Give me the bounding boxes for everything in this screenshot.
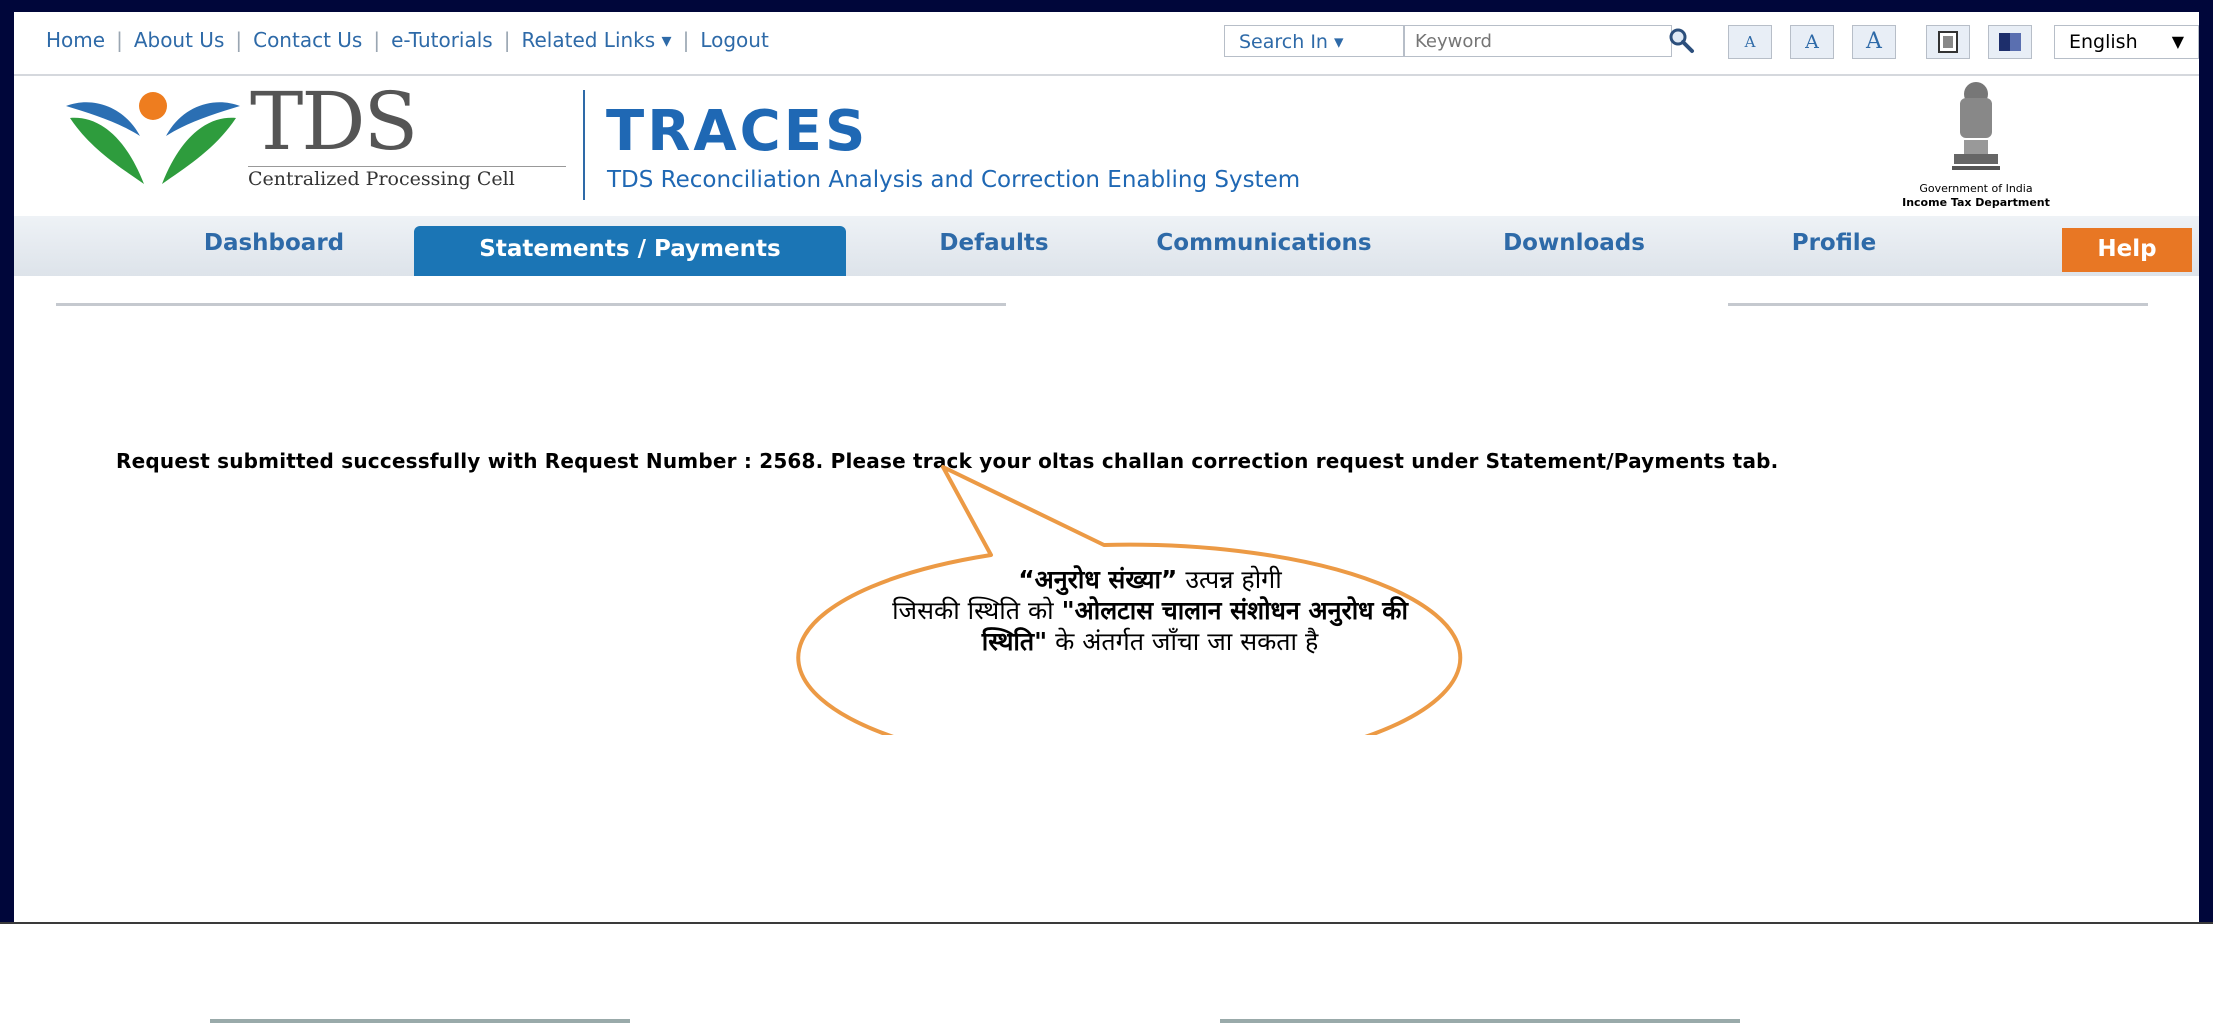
main-navigation: Dashboard Statements / Payments Defaults… [14, 216, 2199, 276]
traces-subtitle: TDS Reconciliation Analysis and Correcti… [607, 167, 1301, 193]
language-label: English [2069, 31, 2138, 53]
callout-text-3: के अंतर्गत जाँचा जा सकता है [1047, 627, 1319, 656]
tab-statements-payments[interactable]: Statements / Payments [414, 226, 846, 276]
home-link[interactable]: Home [46, 28, 105, 52]
tab-dashboard[interactable]: Dashboard [164, 216, 384, 276]
related-links-dropdown[interactable]: Related Links ▾ [521, 28, 671, 52]
national-emblem-icon [1952, 82, 2000, 170]
logout-link[interactable]: Logout [700, 28, 768, 52]
help-button[interactable]: Help [2062, 228, 2192, 272]
high-contrast-icon[interactable] [1988, 25, 2032, 59]
chevron-down-icon: ▼ [2171, 32, 2184, 51]
e-tutorials-link[interactable]: e-Tutorials [391, 28, 493, 52]
language-select[interactable]: English ▼ [2054, 25, 2199, 59]
tab-communications[interactable]: Communications [1134, 216, 1394, 276]
font-medium-button[interactable]: A [1790, 25, 1834, 59]
callout-text-2: जिसकी स्थिति को [892, 596, 1062, 625]
tab-defaults[interactable]: Defaults [894, 216, 1094, 276]
font-small-button[interactable]: A [1728, 25, 1772, 59]
search-scope-select[interactable]: Search In ▾ [1224, 25, 1404, 57]
font-large-button[interactable]: A [1852, 25, 1896, 59]
callout-bold-1: “अनुरोध संख्या” [1018, 565, 1178, 594]
top-links: Home | About Us | Contact Us | e-Tutorials | Rel… [46, 28, 769, 52]
contrast-icon[interactable] [1926, 25, 1970, 59]
search-input[interactable] [1404, 25, 1672, 57]
traces-title: TRACES [606, 99, 869, 164]
emblem-caption-department: Income Tax Department [1902, 196, 2050, 209]
callout-text-1: उत्पन्न होगी [1177, 565, 1282, 594]
tds-logo-rule [248, 166, 566, 167]
tab-downloads[interactable]: Downloads [1464, 216, 1684, 276]
top-link-bar: Home | About Us | Contact Us | e-Tutorials | Rel… [14, 12, 2199, 76]
faint-breadcrumb-strip [56, 303, 1006, 306]
faint-info-strip [1728, 303, 2148, 306]
bottom-band [0, 922, 2213, 1028]
search-icon[interactable] [1666, 26, 1696, 56]
tds-logo-icon [66, 92, 240, 184]
callout-text: “अनुरोध संख्या” उत्पन्न होगी जिसकी स्थित… [880, 564, 1420, 657]
about-us-link[interactable]: About Us [134, 28, 225, 52]
tds-tagline: Centralized Processing Cell [248, 168, 515, 190]
tds-logo-text: TDS [250, 75, 418, 168]
emblem-caption-government: Government of India [1919, 182, 2033, 195]
contact-us-link[interactable]: Contact Us [253, 28, 362, 52]
tab-profile[interactable]: Profile [1734, 216, 1934, 276]
header-divider [583, 90, 585, 200]
